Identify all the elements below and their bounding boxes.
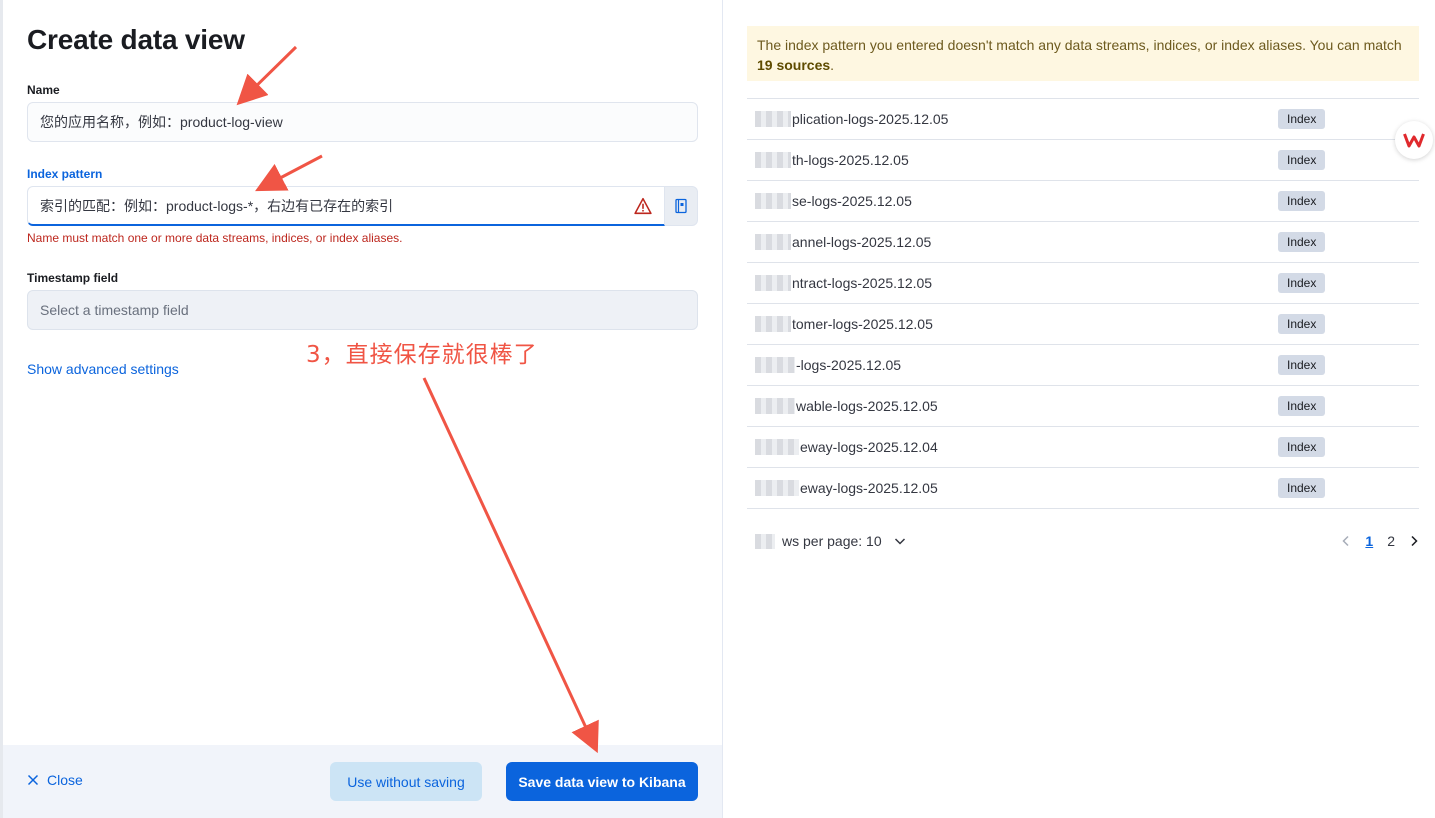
index-name: th-logs-2025.12.05 [792, 152, 909, 168]
index-name: wable-logs-2025.12.05 [796, 398, 938, 414]
timestamp-select[interactable]: Select a timestamp field [27, 290, 698, 330]
callout-source-count: 19 sources [757, 57, 831, 73]
index-type-badge: Index [1278, 150, 1326, 170]
index-name: ntract-logs-2025.12.05 [792, 275, 933, 291]
annotation-text: 3，直接保存就很棒了 [306, 342, 538, 368]
index-help-button[interactable] [665, 186, 698, 226]
chevron-down-icon [894, 538, 905, 545]
page-links: 1 2 [1341, 533, 1419, 549]
name-input[interactable]: 您的应用名称，例如：product-log-view [27, 102, 698, 142]
name-label: Name [27, 83, 60, 97]
table-row: annel-logs-2025.12.05 Index [747, 222, 1419, 263]
wps-floating-button[interactable] [1395, 121, 1433, 159]
index-type-badge: Index [1278, 314, 1326, 334]
table-row: -logs-2025.12.05 Index [747, 345, 1419, 386]
index-pattern-error: Name must match one or more data streams… [27, 231, 403, 245]
flyout-footer: Close Use without saving Save data view … [3, 745, 722, 818]
index-name: se-logs-2025.12.05 [792, 193, 912, 209]
index-name: tomer-logs-2025.12.05 [792, 316, 933, 332]
redacted-prefix [755, 111, 791, 127]
wps-logo-icon [1403, 133, 1425, 148]
index-preview-pane: The index pattern you entered doesn't ma… [724, 0, 1435, 818]
table-row: plication-logs-2025.12.05 Index [747, 99, 1419, 140]
callout-text-end: . [830, 57, 835, 73]
use-without-saving-button[interactable]: Use without saving [330, 762, 482, 801]
redacted-prefix [755, 439, 799, 455]
index-pattern-label: Index pattern [27, 167, 103, 181]
close-icon [27, 774, 39, 786]
app-root: Create data view Name 您的应用名称，例如：product-… [0, 0, 1435, 818]
redacted-prefix [755, 152, 791, 168]
index-type-badge: Index [1278, 109, 1326, 129]
index-type-badge: Index [1278, 355, 1326, 375]
create-data-view-flyout: Create data view Name 您的应用名称，例如：product-… [3, 0, 723, 818]
redacted-prefix [755, 533, 775, 549]
index-type-badge: Index [1278, 232, 1326, 252]
redacted-prefix [755, 357, 795, 373]
book-icon [675, 198, 687, 214]
close-label: Close [47, 772, 83, 788]
index-name: eway-logs-2025.12.05 [800, 480, 938, 496]
table-pagination: ws per page: 10 1 2 [747, 528, 1419, 556]
redacted-prefix [755, 480, 799, 496]
index-pattern-value: 索引的匹配：例如：product-logs-*，右边有已存在的索引 [40, 197, 394, 214]
table-row: eway-logs-2025.12.05 Index [747, 468, 1419, 509]
index-type-badge: Index [1278, 478, 1326, 498]
table-row: th-logs-2025.12.05 Index [747, 140, 1419, 181]
index-name: eway-logs-2025.12.04 [800, 439, 938, 455]
table-row: ntract-logs-2025.12.05 Index [747, 263, 1419, 304]
index-type-badge: Index [1278, 191, 1326, 211]
redacted-prefix [755, 193, 791, 209]
timestamp-label: Timestamp field [27, 271, 119, 285]
table-row: wable-logs-2025.12.05 Index [747, 386, 1419, 427]
index-type-badge: Index [1278, 396, 1326, 416]
timestamp-placeholder: Select a timestamp field [40, 302, 189, 318]
show-advanced-settings-link[interactable]: Show advanced settings [27, 361, 179, 377]
page-2-link[interactable]: 2 [1387, 533, 1395, 549]
index-type-badge: Index [1278, 273, 1326, 293]
index-name: -logs-2025.12.05 [796, 357, 902, 373]
rows-per-page-button[interactable]: ws per page: 10 [755, 533, 906, 549]
name-input-value: 您的应用名称，例如：product-log-view [40, 114, 283, 130]
redacted-prefix [755, 234, 791, 250]
index-type-badge: Index [1278, 437, 1326, 457]
callout-text: The index pattern you entered doesn't ma… [757, 37, 1402, 53]
redacted-prefix [755, 275, 791, 291]
redacted-prefix [755, 316, 791, 332]
table-row: eway-logs-2025.12.04 Index [747, 427, 1419, 468]
table-row: se-logs-2025.12.05 Index [747, 181, 1419, 222]
no-match-callout: The index pattern you entered doesn't ma… [747, 26, 1419, 81]
close-button[interactable]: Close [27, 772, 83, 788]
flyout-title: Create data view [27, 24, 245, 55]
index-table: plication-logs-2025.12.05 Index th-logs-2… [747, 98, 1419, 509]
warning-icon [634, 197, 652, 215]
redacted-prefix [755, 398, 795, 414]
page-1-link[interactable]: 1 [1365, 533, 1373, 549]
index-name: annel-logs-2025.12.05 [792, 234, 932, 250]
index-name: plication-logs-2025.12.05 [792, 111, 949, 127]
rows-per-page-label: ws per page: 10 [782, 533, 882, 549]
table-row: tomer-logs-2025.12.05 Index [747, 304, 1419, 345]
chevron-right-icon[interactable] [1409, 535, 1419, 547]
chevron-left-icon[interactable] [1341, 535, 1351, 547]
index-pattern-input[interactable]: 索引的匹配：例如：product-logs-*，右边有已存在的索引 [27, 186, 665, 226]
save-data-view-button[interactable]: Save data view to Kibana [506, 762, 698, 801]
